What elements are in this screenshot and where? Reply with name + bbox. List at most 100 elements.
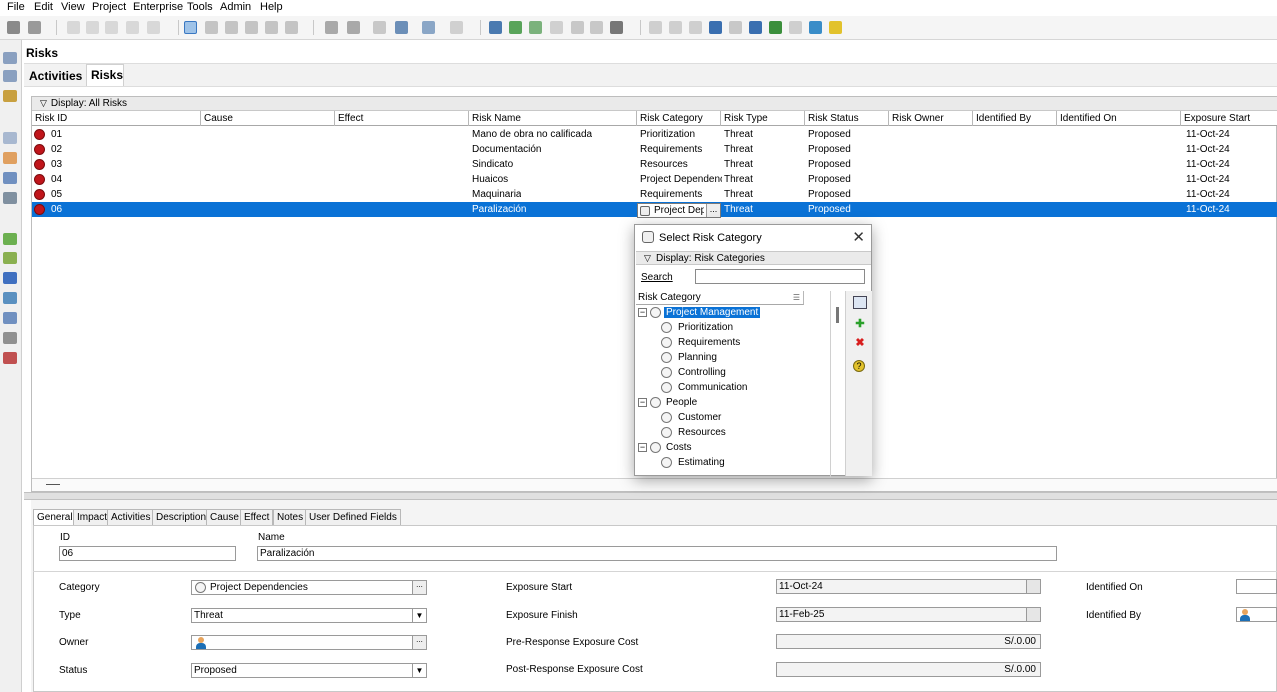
portfolio-icon[interactable] bbox=[3, 90, 17, 102]
id-field[interactable]: 06 bbox=[59, 546, 236, 561]
risk-category-editor[interactable]: Project Depe ... bbox=[637, 203, 721, 218]
print-icon[interactable] bbox=[7, 21, 20, 34]
col-exposure-start[interactable]: Exposure Start bbox=[1181, 111, 1277, 126]
tree-column-header[interactable]: Risk Category ☰ bbox=[636, 291, 804, 305]
print-preview-icon[interactable] bbox=[28, 21, 41, 34]
menu-help[interactable]: Help bbox=[260, 1, 283, 13]
level-icon[interactable] bbox=[529, 21, 542, 34]
tab-notes[interactable]: Notes bbox=[273, 509, 308, 526]
grid-display-bar[interactable]: ▽ Display: All Risks bbox=[32, 97, 1277, 111]
collapse-icon[interactable]: − bbox=[638, 308, 647, 317]
help-circle-icon[interactable] bbox=[789, 21, 802, 34]
tab-description[interactable]: Description bbox=[152, 509, 211, 526]
cut-icon[interactable] bbox=[67, 21, 80, 34]
zoom-in-icon[interactable] bbox=[649, 21, 662, 34]
filter-icon[interactable] bbox=[395, 21, 408, 34]
documents-icon[interactable] bbox=[3, 312, 17, 324]
col-risk-status[interactable]: Risk Status bbox=[805, 111, 889, 126]
group-sort-icon[interactable] bbox=[373, 21, 386, 34]
help-icon[interactable] bbox=[829, 21, 842, 34]
tab-general[interactable]: General bbox=[33, 509, 77, 526]
zoom-fit-icon[interactable] bbox=[689, 21, 702, 34]
timescale-icon[interactable] bbox=[422, 21, 435, 34]
risks-icon[interactable] bbox=[3, 352, 17, 364]
panel-splitter[interactable] bbox=[24, 492, 1277, 500]
exposure-finish-field[interactable]: 11-Feb-25 bbox=[776, 607, 1041, 622]
table-row[interactable]: 02 Documentación Requirements Threat Pro… bbox=[32, 142, 1277, 157]
outdent-icon[interactable] bbox=[147, 21, 160, 34]
link-icon[interactable] bbox=[550, 21, 563, 34]
assign-icon[interactable] bbox=[853, 296, 867, 309]
search-input[interactable] bbox=[695, 269, 865, 284]
col-risk-category[interactable]: Risk Category bbox=[637, 111, 721, 126]
chart-icon[interactable] bbox=[225, 21, 238, 34]
bottom-layout-icon[interactable] bbox=[729, 21, 742, 34]
home-icon[interactable] bbox=[3, 52, 17, 64]
chevron-down-icon[interactable]: ▼ bbox=[412, 609, 426, 622]
menu-edit[interactable]: Edit bbox=[34, 1, 53, 13]
type-select[interactable]: Threat ▼ bbox=[191, 608, 427, 623]
progress-icon[interactable] bbox=[590, 21, 603, 34]
number-icon[interactable] bbox=[450, 21, 463, 34]
category-ellipsis-button[interactable]: ... bbox=[412, 581, 426, 594]
top-layout-icon[interactable] bbox=[709, 21, 722, 34]
reports-icon[interactable] bbox=[3, 172, 17, 184]
paste-icon[interactable] bbox=[105, 21, 118, 34]
exposure-start-field[interactable]: 11-Oct-24 bbox=[776, 579, 1041, 594]
collapse-icon[interactable]: − bbox=[638, 443, 647, 452]
collapse-icon[interactable]: − bbox=[638, 398, 647, 407]
name-field[interactable]: Paralización bbox=[257, 546, 1057, 561]
tree-scrollbar[interactable] bbox=[836, 307, 839, 323]
identified-on-field[interactable] bbox=[1236, 579, 1277, 594]
assignments-icon[interactable] bbox=[3, 272, 17, 284]
col-identified-by[interactable]: Identified By bbox=[973, 111, 1057, 126]
owner-field[interactable]: ... bbox=[191, 635, 427, 650]
owner-ellipsis-button[interactable]: ... bbox=[412, 636, 426, 649]
collapse-handle-icon[interactable] bbox=[46, 484, 60, 485]
tab-activities-detail[interactable]: Activities bbox=[107, 509, 155, 526]
comment-icon[interactable] bbox=[769, 21, 782, 34]
table-row[interactable]: 05 Maquinaria Requirements Threat Propos… bbox=[32, 187, 1277, 202]
chevron-down-icon[interactable]: ▼ bbox=[412, 664, 426, 677]
table-icon[interactable] bbox=[205, 21, 218, 34]
table-row[interactable]: 03 Sindicato Resources Threat Proposed 1… bbox=[32, 157, 1277, 172]
spreadsheet-icon[interactable] bbox=[265, 21, 278, 34]
bars-icon[interactable] bbox=[347, 21, 360, 34]
tab-impact[interactable]: Impact bbox=[73, 509, 112, 526]
activities-icon[interactable] bbox=[3, 252, 17, 264]
split-layout-icon[interactable] bbox=[749, 21, 762, 34]
store-period-icon[interactable] bbox=[610, 21, 623, 34]
calendar-button[interactable] bbox=[1026, 608, 1040, 621]
work-products-icon[interactable] bbox=[3, 292, 17, 304]
zoom-out-icon[interactable] bbox=[669, 21, 682, 34]
menu-view[interactable]: View bbox=[61, 1, 85, 13]
expenses-icon[interactable] bbox=[3, 332, 17, 344]
close-icon[interactable]: ✕ bbox=[852, 228, 865, 246]
menu-file[interactable]: File bbox=[7, 1, 25, 13]
col-risk-type[interactable]: Risk Type bbox=[721, 111, 805, 126]
table-row[interactable]: 04 Huaicos Project Dependenci Threat Pro… bbox=[32, 172, 1277, 187]
tracking-icon[interactable] bbox=[3, 192, 17, 204]
assign-icon[interactable] bbox=[489, 21, 502, 34]
identified-by-field[interactable] bbox=[1236, 607, 1277, 622]
post-cost-field[interactable]: S/.0.00 bbox=[776, 662, 1041, 677]
column-options-icon[interactable]: ☰ bbox=[793, 293, 800, 302]
col-risk-owner[interactable]: Risk Owner bbox=[889, 111, 973, 126]
columns-icon[interactable] bbox=[325, 21, 338, 34]
col-risk-name[interactable]: Risk Name bbox=[469, 111, 637, 126]
menu-tools[interactable]: Tools bbox=[187, 1, 213, 13]
tab-activities[interactable]: Activities bbox=[29, 69, 82, 83]
dialog-display-bar[interactable]: ▽ Display: Risk Categories bbox=[636, 251, 871, 265]
menu-enterprise[interactable]: Enterprise bbox=[133, 1, 183, 13]
schedule-icon[interactable] bbox=[509, 21, 522, 34]
add-icon[interactable]: ✚ bbox=[853, 318, 867, 331]
menu-admin[interactable]: Admin bbox=[220, 1, 251, 13]
delete-icon[interactable]: ✖ bbox=[853, 337, 867, 350]
menu-project[interactable]: Project bbox=[92, 1, 126, 13]
tab-user-defined-fields[interactable]: User Defined Fields bbox=[305, 509, 401, 526]
indent-icon[interactable] bbox=[126, 21, 139, 34]
copy-icon[interactable] bbox=[86, 21, 99, 34]
open-folder-icon[interactable] bbox=[3, 132, 17, 144]
col-risk-id[interactable]: Risk ID bbox=[32, 111, 201, 126]
tab-risks[interactable]: Risks bbox=[86, 64, 124, 86]
